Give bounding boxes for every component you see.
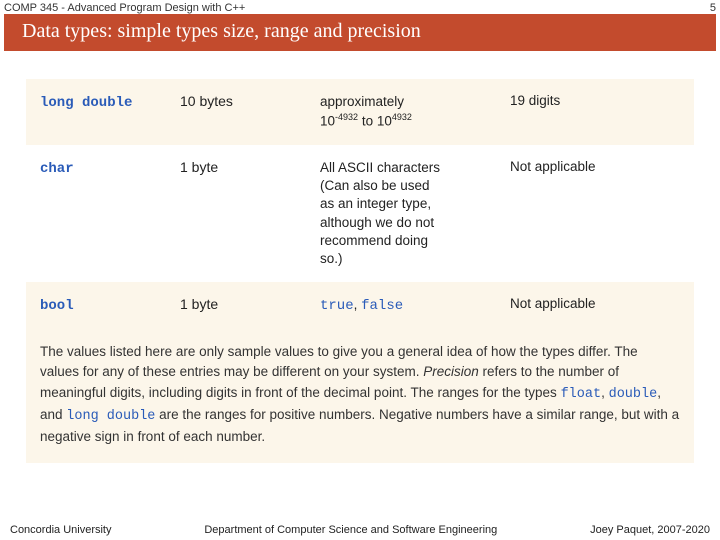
range-cell: All ASCII characters(Can also be usedas … xyxy=(320,159,510,268)
size-cell: 10 bytes xyxy=(180,93,320,131)
course-code: COMP 345 - Advanced Program Design with … xyxy=(4,2,245,14)
size-cell: 1 byte xyxy=(180,159,320,268)
precision-cell: Not applicable xyxy=(510,159,650,268)
footer-center: Department of Computer Science and Softw… xyxy=(111,524,590,536)
types-table: long double10 bytesapproximately10-4932 … xyxy=(26,79,694,463)
precision-cell: 19 digits xyxy=(510,93,650,131)
table-caption: The values listed here are only sample v… xyxy=(26,330,694,463)
range-cell: true, false xyxy=(320,296,510,316)
page-number: 5 xyxy=(710,2,716,14)
type-cell: char xyxy=(40,159,180,268)
size-cell: 1 byte xyxy=(180,296,320,316)
footer: Concordia University Department of Compu… xyxy=(0,524,720,536)
table-row: long double10 bytesapproximately10-4932 … xyxy=(26,79,694,145)
table-row: char1 byteAll ASCII characters(Can also … xyxy=(26,145,694,282)
footer-left: Concordia University xyxy=(10,524,111,536)
precision-cell: Not applicable xyxy=(510,296,650,316)
type-cell: bool xyxy=(40,296,180,316)
table-row: bool1 bytetrue, falseNot applicable xyxy=(26,282,694,330)
type-cell: long double xyxy=(40,93,180,131)
header-course: COMP 345 - Advanced Program Design with … xyxy=(0,0,720,14)
range-cell: approximately10-4932 to 104932 xyxy=(320,93,510,131)
content-area: long double10 bytesapproximately10-4932 … xyxy=(0,51,720,463)
footer-right: Joey Paquet, 2007-2020 xyxy=(590,524,710,536)
slide-title: Data types: simple types size, range and… xyxy=(4,14,716,51)
